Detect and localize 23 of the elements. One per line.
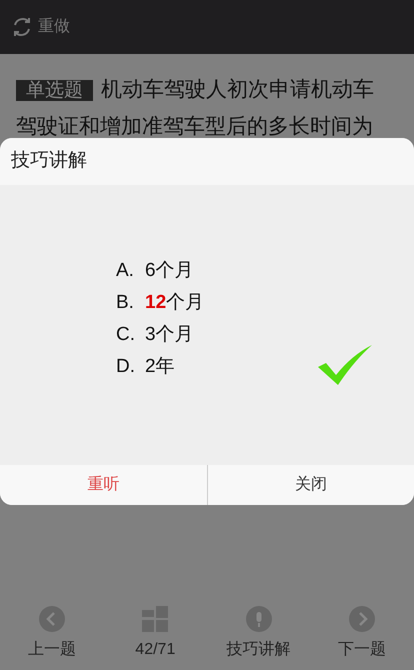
microphone-icon (246, 606, 272, 632)
option-text: 2年 (145, 355, 175, 379)
option-text: 3个月 (145, 323, 194, 347)
nav-button[interactable]: 技巧讲解 (218, 606, 299, 662)
option-letter: A. (116, 259, 135, 283)
nav-button[interactable]: 上一题 (12, 606, 92, 662)
option-letter: B. (116, 291, 135, 315)
option-letter: C. (116, 323, 136, 347)
nav-button[interactable]: 42/71 (115, 606, 196, 662)
grid-icon (142, 606, 168, 632)
dialog-title: 技巧讲解 (0, 138, 414, 185)
chevron-right-icon (348, 606, 375, 632)
question-text: 驾驶证和增加准驾车型后的多长时间为 (16, 115, 373, 138)
option-text: 6个月 (145, 259, 194, 283)
question-text: 机动车驾驶人初次申请机动车 (101, 78, 374, 101)
chevron-left-icon (39, 606, 65, 632)
question-type-tag: 单选题 (16, 80, 93, 101)
redo-label[interactable]: 重做 (38, 15, 70, 39)
dialog-button[interactable]: 关闭 (206, 465, 414, 505)
option-text: 12个月 (145, 291, 204, 315)
option-letter: D. (116, 355, 136, 379)
nav-button[interactable]: 下一题 (322, 606, 402, 662)
dialog-button[interactable]: 重听 (0, 465, 206, 505)
